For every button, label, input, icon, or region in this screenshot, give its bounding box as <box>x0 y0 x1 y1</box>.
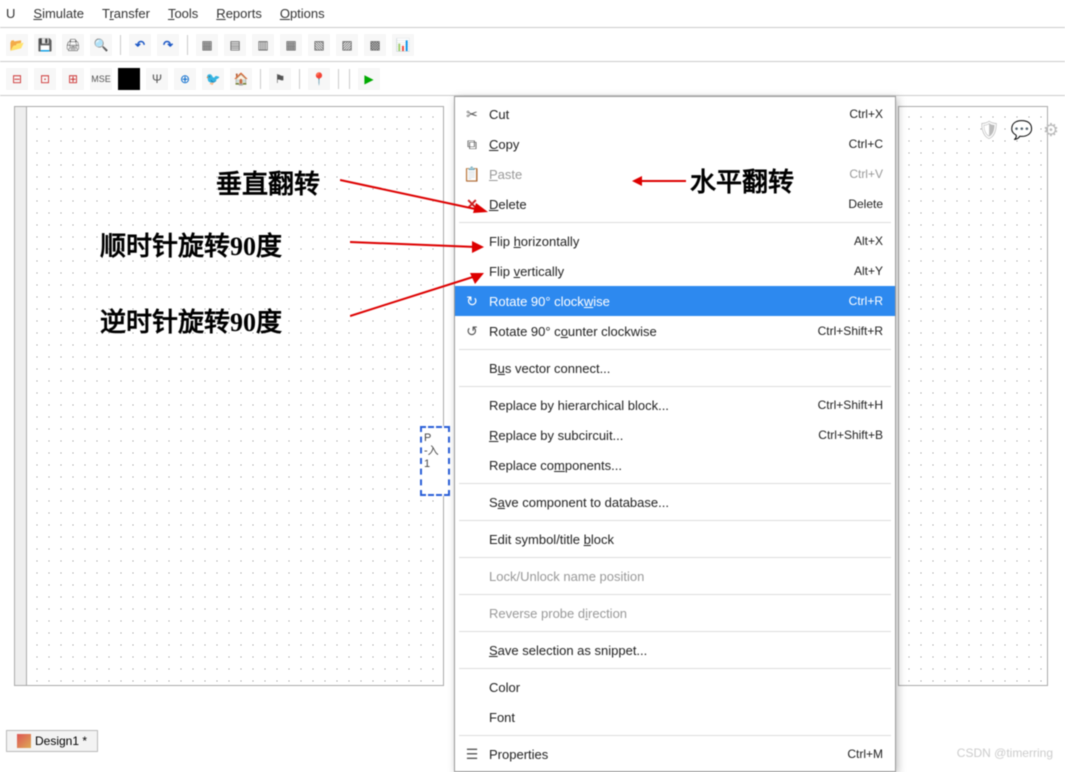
comp1-icon[interactable]: ⊟ <box>6 68 28 90</box>
undo-icon[interactable]: ↶ <box>129 34 151 56</box>
chat-icon[interactable]: 💬 <box>1010 120 1032 141</box>
menu-flip-vertical[interactable]: Flip verticallyAlt+Y <box>455 256 895 286</box>
save-icon[interactable]: 💾 <box>34 34 56 56</box>
menu-separator <box>459 631 891 632</box>
menu-delete[interactable]: ✕DeleteDelete <box>455 189 895 219</box>
workspace: P -入 1 ✂CutCtrl+X ⧉CopyCtrl+C 📋PasteCtrl… <box>0 96 1065 756</box>
rotate-cw-icon: ↻ <box>459 291 485 311</box>
separator <box>187 35 188 55</box>
menu-replace-hier[interactable]: Replace by hierarchical block...Ctrl+Shi… <box>455 390 895 420</box>
pin-icon[interactable]: 📍 <box>308 68 330 90</box>
flag-icon[interactable]: ⚑ <box>269 68 291 90</box>
separator <box>260 69 261 89</box>
separator <box>338 69 339 89</box>
annotation-flip-horizontal: 水平翻转 <box>690 162 794 199</box>
grid7-icon[interactable]: ▩ <box>364 34 386 56</box>
design-tab-icon <box>17 734 31 748</box>
grid1-icon[interactable]: ▦ <box>196 34 218 56</box>
menu-flip-horizontal[interactable]: Flip horizontallyAlt+X <box>455 226 895 256</box>
grid4-icon[interactable]: ▦ <box>280 34 302 56</box>
mse-icon[interactable]: MSE <box>90 68 112 90</box>
side-icons: 🛡 💬 ⚙ <box>978 120 1059 141</box>
separator <box>120 35 121 55</box>
open-icon[interactable]: 📂 <box>6 34 28 56</box>
comp3-icon[interactable]: ⊞ <box>62 68 84 90</box>
annotation-rotate-cw: 顺时针旋转90度 <box>100 226 282 263</box>
menu-replace-sub[interactable]: Replace by subcircuit...Ctrl+Shift+B <box>455 420 895 450</box>
redo-icon[interactable]: ↷ <box>157 34 179 56</box>
menu-u[interactable]: U <box>6 6 15 21</box>
menu-tools[interactable]: Tools <box>168 6 198 21</box>
ruler <box>15 107 27 685</box>
menu-separator <box>459 735 891 736</box>
paste-icon: 📋 <box>459 164 485 184</box>
sig-icon[interactable]: 🐦 <box>202 68 224 90</box>
menu-separator <box>459 557 891 558</box>
context-menu: ✂CutCtrl+X ⧉CopyCtrl+C 📋PasteCtrl+V ✕Del… <box>454 96 896 772</box>
menu-properties[interactable]: ☰PropertiesCtrl+M <box>455 739 895 769</box>
run-icon[interactable]: ▶ <box>358 68 380 90</box>
sel-line2: -入 <box>424 445 446 458</box>
home-icon[interactable]: 🏠 <box>230 68 252 90</box>
menu-separator <box>459 594 891 595</box>
annotation-rotate-ccw: 逆时针旋转90度 <box>100 302 282 339</box>
menu-save-snippet[interactable]: Save selection as snippet... <box>455 635 895 665</box>
menu-bar: U Simulate Transfer Tools Reports Option… <box>0 0 1065 28</box>
annotation-flip-vertical: 垂直翻转 <box>216 164 320 201</box>
grid6-icon[interactable]: ▨ <box>336 34 358 56</box>
sel-line3: 1 <box>424 458 446 471</box>
design-tab[interactable]: Design1 * <box>6 730 98 752</box>
menu-font[interactable]: Font <box>455 702 895 732</box>
separator <box>349 69 350 89</box>
properties-icon: ☰ <box>459 744 485 764</box>
chart-icon[interactable]: 📊 <box>392 34 414 56</box>
menu-separator <box>459 222 891 223</box>
antenna-icon[interactable]: Ψ <box>146 68 168 90</box>
print-icon[interactable]: 🖨 <box>62 34 84 56</box>
menu-replace-comp[interactable]: Replace components... <box>455 450 895 480</box>
sel-line1: P <box>424 432 446 445</box>
grid5-icon[interactable]: ▧ <box>308 34 330 56</box>
menu-cut[interactable]: ✂CutCtrl+X <box>455 99 895 129</box>
shield-icon[interactable]: 🛡 <box>978 120 1001 141</box>
watermark: CSDN @timerring <box>957 746 1053 760</box>
menu-separator <box>459 483 891 484</box>
menu-edit-symbol[interactable]: Edit symbol/title block <box>455 524 895 554</box>
menu-lock-name: Lock/Unlock name position <box>455 561 895 591</box>
separator <box>299 69 300 89</box>
toolbar-components: ⊟ ⊡ ⊞ MSE Ψ ⊕ 🐦 🏠 ⚑ 📍 ▶ <box>0 62 1065 96</box>
menu-options[interactable]: Options <box>280 6 325 21</box>
menu-simulate[interactable]: Simulate <box>33 6 84 21</box>
menu-reverse-probe: Reverse probe direction <box>455 598 895 628</box>
menu-color[interactable]: Color <box>455 672 895 702</box>
menu-save-db[interactable]: Save component to database... <box>455 487 895 517</box>
menu-rotate-ccw[interactable]: ↺Rotate 90° counter clockwiseCtrl+Shift+… <box>455 316 895 346</box>
menu-separator <box>459 520 891 521</box>
tab-bar: Design1 * <box>6 730 98 752</box>
menu-rotate-cw[interactable]: ↻Rotate 90° clockwiseCtrl+R <box>455 286 895 316</box>
scissors-icon: ✂ <box>459 104 485 124</box>
preview-icon[interactable]: 🔍 <box>90 34 112 56</box>
design-tab-label: Design1 * <box>35 734 87 748</box>
gear-icon[interactable]: ⚙ <box>1043 120 1059 141</box>
menu-separator <box>459 386 891 387</box>
rotate-ccw-icon: ↺ <box>459 321 485 341</box>
menu-bus-vector[interactable]: Bus vector connect... <box>455 353 895 383</box>
schematic-canvas-right[interactable] <box>898 106 1048 686</box>
grid2-icon[interactable]: ▤ <box>224 34 246 56</box>
menu-reports[interactable]: Reports <box>216 6 262 21</box>
menu-separator <box>459 349 891 350</box>
menu-paste: 📋PasteCtrl+V <box>455 159 895 189</box>
toolbar-main: 📂 💾 🖨 🔍 ↶ ↷ ▦ ▤ ▥ ▦ ▧ ▨ ▩ 📊 <box>0 28 1065 62</box>
x-icon: ✕ <box>459 194 485 214</box>
menu-copy[interactable]: ⧉CopyCtrl+C <box>455 129 895 159</box>
comp2-icon[interactable]: ⊡ <box>34 68 56 90</box>
copy-icon: ⧉ <box>459 134 485 154</box>
grid3-icon[interactable]: ▥ <box>252 34 274 56</box>
black-icon[interactable] <box>118 68 140 90</box>
menu-transfer[interactable]: Transfer <box>102 6 150 21</box>
selected-component[interactable]: P -入 1 <box>420 426 450 496</box>
wave-icon[interactable]: ⊕ <box>174 68 196 90</box>
menu-separator <box>459 668 891 669</box>
